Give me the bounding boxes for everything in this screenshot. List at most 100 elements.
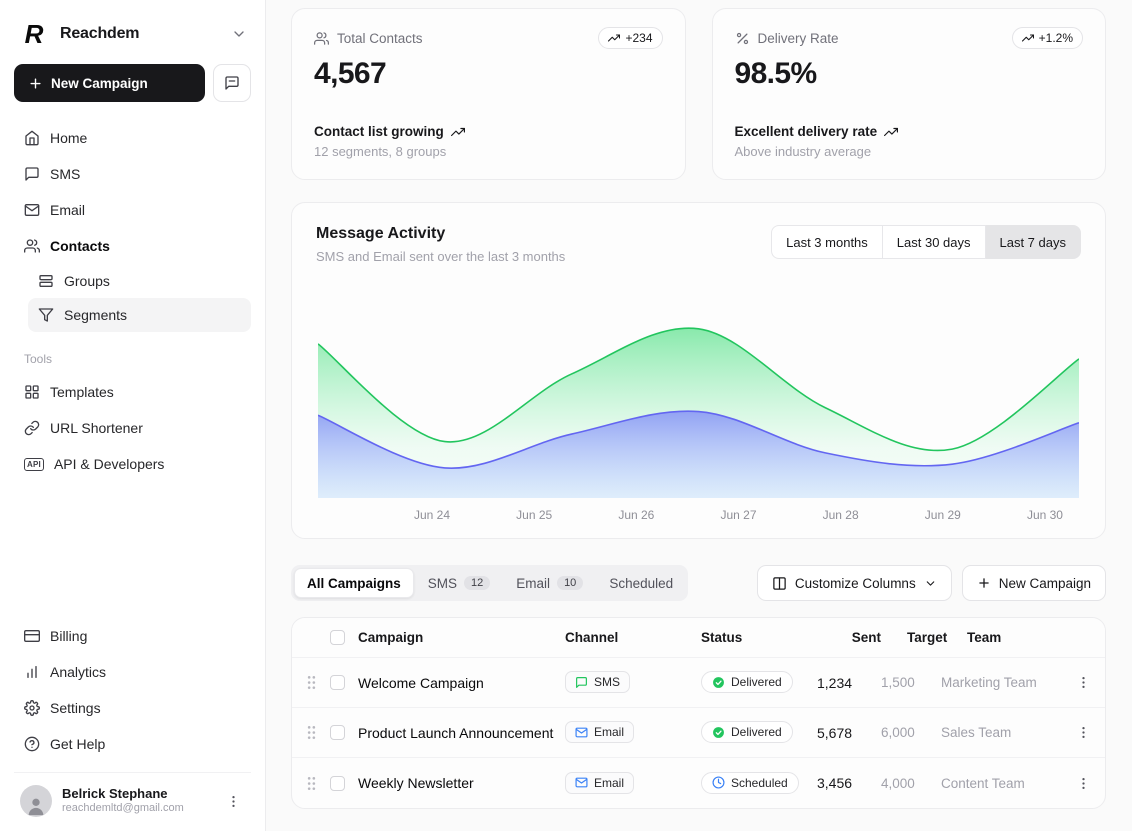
team-value: Sales Team — [941, 725, 1061, 740]
row-menu-button[interactable] — [1070, 719, 1097, 746]
new-campaign-label: New Campaign — [999, 576, 1091, 591]
drag-handle[interactable] — [292, 776, 330, 791]
column-header-campaign[interactable]: Campaign — [358, 630, 565, 645]
plus-icon — [28, 76, 43, 91]
feedback-button[interactable] — [213, 64, 251, 102]
row-menu-button[interactable] — [1070, 669, 1097, 696]
tab-scheduled[interactable]: Scheduled — [597, 568, 685, 598]
area-chart: Jun 24 Jun 25 Jun 26 Jun 27 Jun 28 Jun 2… — [292, 298, 1105, 522]
filter-icon — [38, 307, 54, 323]
range-last-3-months[interactable]: Last 3 months — [771, 225, 883, 259]
user-profile[interactable]: Belrick Stephane reachdemltd@gmail.com — [14, 772, 251, 819]
bar-chart-icon — [24, 664, 40, 680]
range-last-30-days[interactable]: Last 30 days — [883, 225, 986, 259]
new-campaign-table-button[interactable]: New Campaign — [962, 565, 1106, 601]
sent-value: 1,234 — [817, 675, 881, 691]
tab-sms[interactable]: SMS 12 — [416, 568, 503, 598]
campaigns-table: Campaign Channel Status Sent Target Team… — [291, 617, 1106, 809]
users-icon — [24, 238, 40, 254]
new-campaign-button[interactable]: New Campaign — [14, 64, 205, 102]
channel-badge: Email — [565, 721, 634, 743]
column-header-target[interactable]: Target — [881, 630, 941, 645]
select-all-checkbox[interactable] — [330, 630, 345, 645]
email-envelope-icon — [575, 776, 588, 789]
channel-label: SMS — [594, 675, 620, 689]
team-value: Marketing Team — [941, 675, 1061, 690]
columns-icon — [772, 576, 787, 591]
status-label: Delivered — [731, 725, 782, 739]
range-last-7-days[interactable]: Last 7 days — [986, 225, 1082, 259]
sidebar-item-templates[interactable]: Templates — [14, 374, 251, 410]
x-tick: Jun 27 — [720, 508, 756, 522]
column-header-team[interactable]: Team — [941, 630, 1061, 645]
tab-label: SMS — [428, 576, 457, 591]
stat-subtext: 12 segments, 8 groups — [314, 144, 663, 159]
row-checkbox[interactable] — [330, 776, 345, 791]
chevron-down-icon — [924, 577, 937, 590]
plus-icon — [977, 576, 991, 590]
link-icon — [24, 420, 40, 436]
sidebar-nav: Home SMS Email Contacts Groups Segments … — [14, 120, 251, 482]
channel-badge: Email — [565, 772, 634, 794]
x-tick: Jun 28 — [823, 508, 859, 522]
sidebar-item-contacts[interactable]: Contacts — [14, 228, 251, 264]
sidebar-item-label: URL Shortener — [50, 420, 143, 436]
sidebar-item-groups[interactable]: Groups — [28, 264, 251, 298]
drag-handle[interactable] — [292, 675, 330, 690]
campaign-name[interactable]: Welcome Campaign — [358, 675, 565, 691]
status-label: Delivered — [731, 675, 782, 689]
chat-bubble-icon — [24, 166, 40, 182]
sidebar-item-label: Groups — [64, 273, 110, 289]
customize-columns-button[interactable]: Customize Columns — [757, 565, 952, 601]
home-icon — [24, 130, 40, 146]
main-content: Total Contacts +234 4,567 Contact list g… — [266, 0, 1132, 831]
table-row: Product Launch Announcement Email Delive… — [292, 708, 1105, 758]
sidebar-item-billing[interactable]: Billing — [14, 618, 251, 654]
sidebar-item-email[interactable]: Email — [14, 192, 251, 228]
column-header-status[interactable]: Status — [701, 630, 817, 645]
sent-value: 5,678 — [817, 725, 881, 741]
target-value: 4,000 — [881, 776, 941, 791]
x-tick: Jun 30 — [1027, 508, 1063, 522]
profile-menu-button[interactable] — [222, 790, 245, 813]
tab-all-campaigns[interactable]: All Campaigns — [294, 568, 414, 598]
brand-row[interactable]: R Reachdem — [14, 14, 251, 64]
tab-email[interactable]: Email 10 — [504, 568, 595, 598]
x-axis-labels: Jun 24 Jun 25 Jun 26 Jun 27 Jun 28 Jun 2… — [318, 508, 1079, 522]
sidebar-item-url-shortener[interactable]: URL Shortener — [14, 410, 251, 446]
sidebar-item-sms[interactable]: SMS — [14, 156, 251, 192]
badge-value: +1.2% — [1039, 31, 1073, 45]
sidebar-item-label: Home — [50, 130, 87, 146]
column-header-channel[interactable]: Channel — [565, 630, 701, 645]
column-header-sent[interactable]: Sent — [817, 630, 881, 645]
mail-icon — [24, 202, 40, 218]
row-menu-button[interactable] — [1070, 770, 1097, 797]
drag-handle[interactable] — [292, 725, 330, 740]
campaign-name[interactable]: Product Launch Announcement — [358, 725, 565, 741]
time-range-group: Last 3 months Last 30 days Last 7 days — [771, 225, 1081, 259]
row-checkbox[interactable] — [330, 725, 345, 740]
sidebar-item-segments[interactable]: Segments — [28, 298, 251, 332]
sidebar-item-home[interactable]: Home — [14, 120, 251, 156]
status-badge: Delivered — [701, 671, 793, 693]
tools-section-label: Tools — [24, 352, 241, 366]
contacts-icon — [314, 31, 329, 46]
campaign-tabs: All Campaigns SMS 12 Email 10 Scheduled — [291, 565, 688, 601]
sidebar-item-api-developers[interactable]: API API & Developers — [14, 446, 251, 482]
sidebar-item-settings[interactable]: Settings — [14, 690, 251, 726]
row-checkbox[interactable] — [330, 675, 345, 690]
help-circle-icon — [24, 736, 40, 752]
brand-name: Reachdem — [60, 25, 221, 43]
sidebar-item-get-help[interactable]: Get Help — [14, 726, 251, 762]
sidebar-item-label: Templates — [50, 384, 114, 400]
table-row: Welcome Campaign SMS Delivered 1,234 1,5… — [292, 658, 1105, 708]
new-campaign-label: New Campaign — [51, 76, 148, 91]
sidebar-item-analytics[interactable]: Analytics — [14, 654, 251, 690]
chevron-down-icon[interactable] — [231, 26, 247, 42]
gear-icon — [24, 700, 40, 716]
campaign-name[interactable]: Weekly Newsletter — [358, 775, 565, 791]
sidebar: R Reachdem New Campaign Home SMS Email — [0, 0, 266, 831]
check-circle-icon — [712, 726, 725, 739]
user-email: reachdemltd@gmail.com — [62, 802, 212, 816]
tab-count-badge: 12 — [464, 576, 490, 590]
